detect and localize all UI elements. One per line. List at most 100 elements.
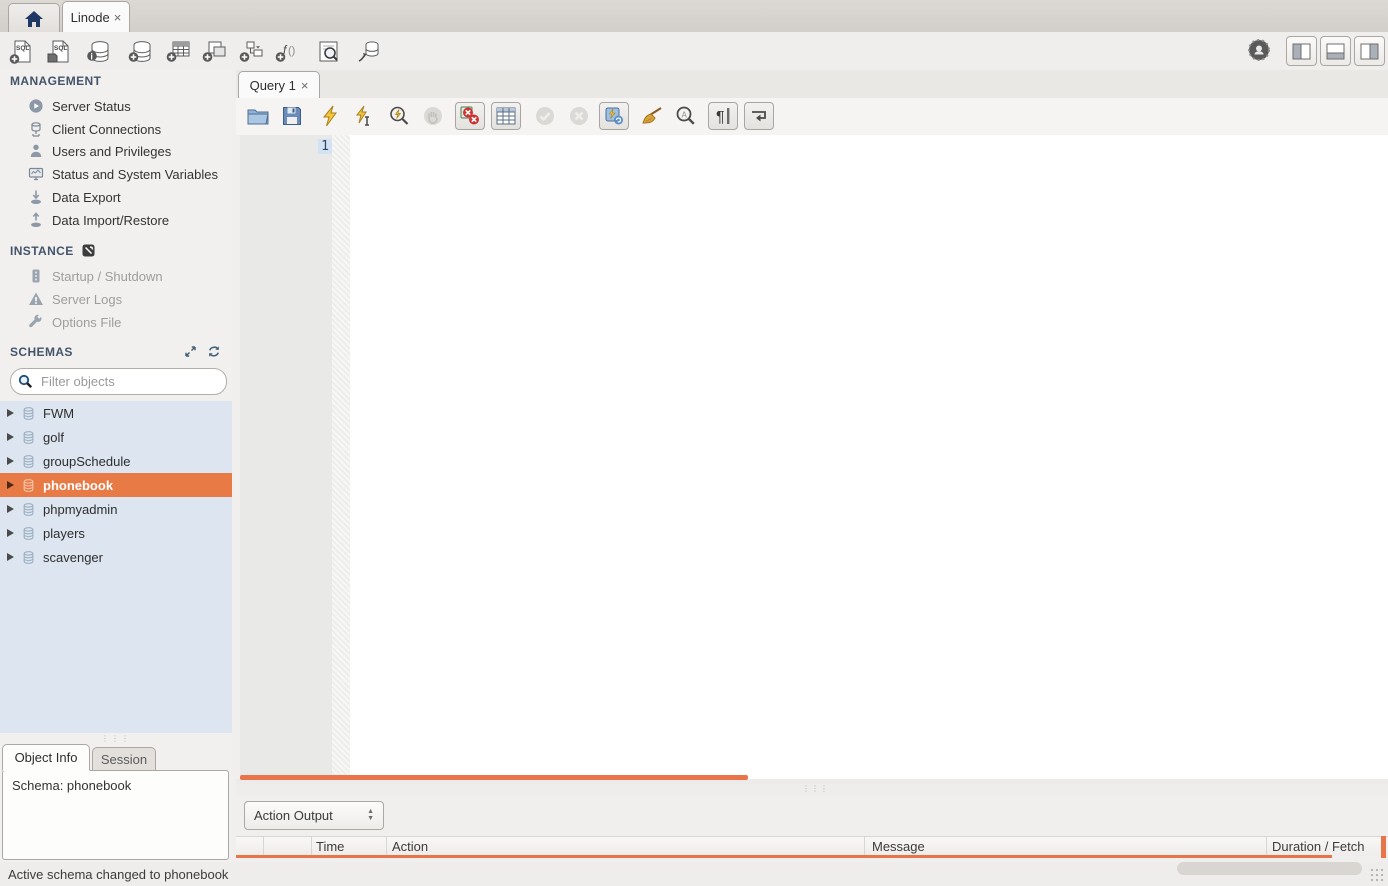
stop-button[interactable] (421, 104, 445, 128)
create-procedure-button[interactable] (238, 38, 265, 65)
sidebar-item-server-logs[interactable]: Server Logs (28, 289, 228, 309)
schema-icon (21, 478, 36, 493)
sidebar-item-label: Data Export (52, 190, 121, 205)
schema-row-fwm[interactable]: FWM (0, 401, 232, 425)
toggle-autocommit-button[interactable] (599, 102, 629, 130)
sidebar-item-data-export[interactable]: Data Export (28, 187, 228, 207)
tab-query-1[interactable]: Query 1 × (238, 71, 320, 99)
beautify-button[interactable] (640, 104, 664, 128)
expander-icon[interactable] (7, 409, 14, 417)
sidebar-item-client-connections[interactable]: Client Connections (28, 119, 228, 139)
sidebar-item-options-file[interactable]: Options File (28, 312, 228, 332)
close-icon[interactable]: × (301, 79, 309, 92)
sql-editor[interactable]: 1 (236, 135, 1388, 779)
column-header-action[interactable]: Action (392, 839, 428, 854)
create-view-button[interactable] (201, 38, 228, 65)
open-file-button[interactable] (246, 104, 270, 128)
sidebar-item-label: Users and Privileges (52, 144, 171, 159)
output-type-label: Action Output (254, 808, 333, 823)
execute-current-button[interactable] (352, 104, 376, 128)
sidebar-item-label: Data Import/Restore (52, 213, 169, 228)
editor-horizontal-scrollbar[interactable] (240, 775, 748, 780)
output-splitter[interactable]: ⋮⋮⋮ (236, 784, 1388, 796)
tab-session[interactable]: Session (92, 747, 156, 771)
search-table-data-button[interactable] (315, 38, 342, 65)
commit-button[interactable] (533, 104, 557, 128)
output-type-select[interactable]: Action Output ▲▼ (244, 801, 384, 830)
rollback-button[interactable] (567, 104, 591, 128)
schema-row-players[interactable]: players (0, 521, 232, 545)
column-header-message[interactable]: Message (872, 839, 925, 854)
line-number-gutter (240, 135, 333, 779)
svg-text:SQL: SQL (54, 45, 67, 52)
data-export-icon (28, 189, 44, 205)
column-header-duration[interactable]: Duration / Fetch (1272, 839, 1365, 854)
resize-grip-icon[interactable] (1370, 868, 1386, 884)
limit-rows-button[interactable] (491, 102, 521, 130)
instance-admin-icon (82, 244, 95, 257)
client-connections-icon (28, 121, 44, 137)
schema-filter (10, 368, 227, 395)
schema-row-golf[interactable]: golf (0, 425, 232, 449)
toggle-bottom-panel-button[interactable] (1320, 36, 1351, 66)
schema-row-phpmyadmin[interactable]: phpmyadmin (0, 497, 232, 521)
sidebar-item-label: Client Connections (52, 122, 161, 137)
system-variables-icon (28, 166, 44, 182)
expander-icon[interactable] (7, 457, 14, 465)
sidebar-item-data-import[interactable]: Data Import/Restore (28, 210, 228, 230)
connection-tab-linode[interactable]: Linode × (62, 1, 130, 33)
object-info-panel: Schema: phonebook (2, 770, 229, 860)
expander-icon[interactable] (7, 553, 14, 561)
reconnect-dbms-button[interactable] (355, 38, 382, 65)
filter-objects-input[interactable] (39, 373, 203, 390)
expander-icon[interactable] (7, 505, 14, 513)
options-file-icon (28, 314, 44, 330)
expand-schemas-icon[interactable] (184, 345, 197, 358)
sidebar-item-startup-shutdown[interactable]: Startup / Shutdown (28, 266, 228, 286)
schema-icon (21, 454, 36, 469)
tab-object-info[interactable]: Object Info (2, 744, 90, 771)
toggle-right-panel-button[interactable] (1354, 36, 1385, 66)
expander-icon[interactable] (7, 481, 14, 489)
output-vertical-scrollbar[interactable] (1381, 836, 1386, 858)
svg-text:¶: ¶ (716, 109, 725, 126)
sidebar-item-label: Options File (52, 315, 121, 330)
toggle-left-panel-button[interactable] (1286, 36, 1317, 66)
activity-indicator-icon (1246, 37, 1273, 64)
schema-row-scavenger[interactable]: scavenger (0, 545, 232, 569)
toggle-stop-on-error-button[interactable] (455, 102, 485, 130)
explain-button[interactable] (387, 104, 411, 128)
execute-button[interactable] (318, 104, 342, 128)
save-button[interactable] (280, 104, 304, 128)
expander-icon[interactable] (7, 529, 14, 537)
line-number: 1 (240, 139, 332, 158)
fold-margin (332, 135, 350, 779)
schema-icon (21, 430, 36, 445)
sidebar-item-users-privileges[interactable]: Users and Privileges (28, 141, 228, 161)
create-table-button[interactable] (165, 38, 192, 65)
schema-row-phonebook[interactable]: phonebook (0, 473, 232, 497)
invisible-characters-button[interactable]: ¶ (708, 102, 738, 130)
sidebar-splitter[interactable]: ⋮⋮⋮ (0, 733, 232, 744)
column-header-time[interactable]: Time (316, 839, 344, 854)
sidebar-item-server-status[interactable]: Server Status (28, 96, 228, 116)
status-message: Active schema changed to phonebook (8, 867, 228, 882)
new-sql-tab-button[interactable]: SQL (8, 38, 35, 65)
sidebar-item-system-variables[interactable]: Status and System Variables (28, 164, 228, 184)
wrap-text-button[interactable] (744, 102, 774, 130)
create-function-button[interactable]: f () (274, 38, 301, 65)
close-icon[interactable]: × (114, 11, 122, 24)
select-spinner-icon: ▲▼ (367, 809, 374, 822)
refresh-schemas-icon[interactable] (207, 345, 221, 358)
output-horizontal-scrollbar[interactable] (1177, 862, 1362, 875)
svg-text:SQL: SQL (16, 45, 29, 52)
expander-icon[interactable] (7, 433, 14, 441)
create-schema-button[interactable] (127, 38, 154, 65)
open-sql-script-button[interactable]: SQL (45, 38, 72, 65)
schema-name: players (43, 526, 85, 541)
inspect-database-button[interactable]: i (85, 38, 112, 65)
find-button[interactable]: A (674, 104, 698, 128)
output-header-underline (236, 855, 1332, 858)
schema-row-groupschedule[interactable]: groupSchedule (0, 449, 232, 473)
home-tab[interactable] (8, 3, 60, 33)
